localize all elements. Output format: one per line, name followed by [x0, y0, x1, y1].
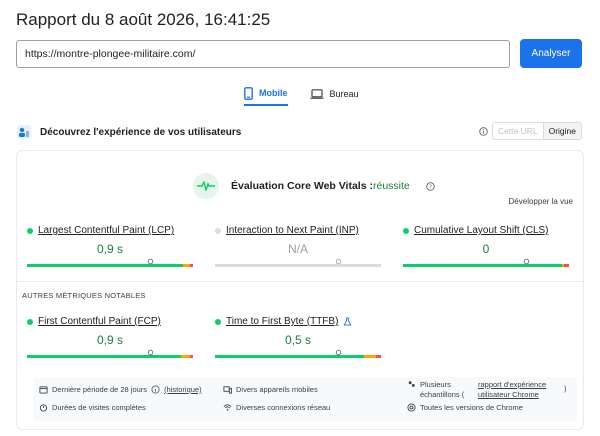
footer-chrome-text: Toutes les versions de Chrome	[420, 403, 523, 412]
percentile-marker-icon	[335, 258, 342, 265]
footer-devices-text: Divers appareils mobiles	[236, 385, 318, 394]
calendar-icon	[39, 386, 48, 394]
metric-cls-value: 0	[482, 242, 490, 256]
users-icon	[16, 124, 32, 140]
device-tabs: Mobile Bureau	[244, 84, 359, 106]
footer-samples: Plusieurs échantillons ( rapport d'expér…	[407, 380, 567, 400]
status-dot-icon	[27, 227, 33, 234]
other-metrics-label: AUTRES MÉTRIQUES NOTABLES	[22, 291, 146, 300]
metric-ttfb-distribution-bar	[215, 349, 381, 358]
wifi-icon	[223, 404, 232, 411]
laptop-icon	[310, 89, 324, 99]
history-link[interactable]: (historique)	[164, 385, 202, 394]
phone-icon	[244, 86, 253, 100]
divider	[17, 281, 583, 282]
footer-chrome: Toutes les versions de Chrome	[407, 403, 523, 412]
cwv-assessment: Évaluation Core Web Vitals :réussite	[231, 180, 410, 192]
metric-inp-distribution-bar	[215, 258, 381, 267]
status-dot-icon	[403, 227, 409, 234]
metric-inp-value: N/A	[287, 242, 308, 256]
metric-cls-distribution-bar	[403, 258, 569, 267]
expand-view-link[interactable]: Développer la vue	[509, 197, 573, 206]
this-url-option[interactable]: Cette URL	[493, 123, 543, 139]
footer-samples-suffix: )	[564, 384, 567, 393]
report-title: Rapport du 8 août 2026, 16:41:25	[16, 10, 271, 29]
cwv-result: réussite	[372, 180, 410, 192]
info-footer: Dernière période de 28 jours (historique…	[33, 377, 577, 421]
tab-desktop[interactable]: Bureau	[310, 84, 359, 106]
origin-switch: Cette URL Origine	[479, 122, 582, 140]
metric-lcp: Largest Contentful Paint (LCP) 0,9 s	[27, 225, 193, 267]
metric-fcp-distribution-bar	[27, 349, 193, 358]
metric-lcp-name[interactable]: Largest Contentful Paint (LCP)	[38, 225, 174, 236]
metric-fcp-value: 0,9 s	[96, 333, 123, 347]
url-input[interactable]	[16, 40, 510, 68]
percentile-marker-icon	[335, 349, 342, 356]
metric-inp-name[interactable]: Interaction to Next Paint (INP)	[226, 225, 359, 236]
crux-report-link[interactable]: rapport d'expérience utilisateur Chrome	[478, 380, 560, 400]
info-icon[interactable]	[151, 385, 160, 394]
footer-durations: Durées de visites complètes	[39, 403, 146, 412]
status-dot-icon	[215, 318, 221, 325]
percentile-marker-icon	[147, 349, 154, 356]
devices-icon	[223, 386, 232, 394]
tab-mobile-label: Mobile	[259, 88, 288, 98]
flask-icon	[344, 317, 352, 326]
status-dot-icon	[27, 318, 33, 325]
origin-option[interactable]: Origine	[542, 123, 581, 139]
results-card: Évaluation Core Web Vitals :réussite ? D…	[16, 150, 584, 430]
cwv-label: Évaluation Core Web Vitals :	[231, 180, 373, 192]
section-title: Découvrez l'expérience de vos utilisateu…	[40, 126, 242, 138]
help-icon[interactable]: ?	[426, 181, 435, 191]
section-header: Découvrez l'expérience de vos utilisateu…	[16, 122, 584, 142]
status-dot-icon	[215, 227, 221, 234]
timer-icon	[39, 404, 48, 412]
footer-connections-text: Diverses connexions réseau	[236, 403, 331, 412]
metric-ttfb: Time to First Byte (TTFB) 0,5 s	[215, 316, 381, 358]
footer-period-text: Dernière période de 28 jours	[52, 385, 148, 394]
footer-durations-text: Durées de visites complètes	[52, 403, 146, 412]
pulse-icon	[193, 173, 219, 199]
footer-connections: Diverses connexions réseau	[223, 403, 330, 412]
metric-cls-name[interactable]: Cumulative Layout Shift (CLS)	[414, 225, 549, 236]
percentile-marker-icon	[523, 258, 530, 265]
svg-text:?: ?	[429, 184, 432, 190]
tab-mobile[interactable]: Mobile	[244, 84, 288, 106]
footer-devices: Divers appareils mobiles	[223, 385, 318, 394]
footer-samples-text: Plusieurs échantillons (	[420, 380, 465, 399]
metric-fcp-name[interactable]: First Contentful Paint (FCP)	[38, 316, 161, 327]
info-icon[interactable]	[479, 126, 488, 136]
metric-lcp-distribution-bar	[27, 258, 193, 267]
chrome-icon	[407, 403, 416, 412]
metric-lcp-value: 0,9 s	[96, 242, 123, 256]
url-origin-toggle: Cette URL Origine	[491, 122, 582, 140]
metric-ttfb-name[interactable]: Time to First Byte (TTFB)	[226, 316, 338, 327]
percentile-marker-icon	[147, 258, 154, 265]
metric-inp: Interaction to Next Paint (INP) N/A	[215, 225, 381, 267]
metric-fcp: First Contentful Paint (FCP) 0,9 s	[27, 316, 193, 358]
analyze-button[interactable]: Analyser	[520, 39, 582, 68]
footer-period: Dernière période de 28 jours (historique…	[39, 385, 202, 394]
metric-ttfb-value: 0,5 s	[284, 333, 311, 347]
metric-cls: Cumulative Layout Shift (CLS) 0	[403, 225, 569, 267]
cwv-heading: Évaluation Core Web Vitals :réussite ?	[193, 173, 435, 199]
tab-desktop-label: Bureau	[329, 89, 359, 99]
users-icon	[408, 381, 415, 387]
